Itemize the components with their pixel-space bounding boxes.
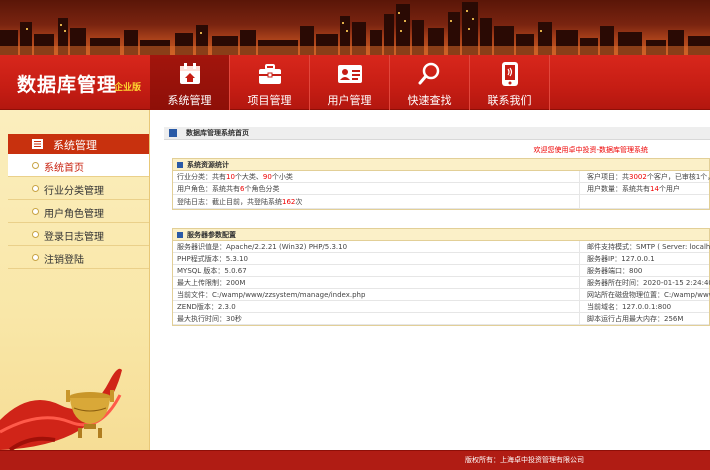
server-param: 当前域名：127.0.0.1:800 (587, 303, 672, 311)
id-card-icon (338, 65, 362, 83)
sidebar-item-industry[interactable]: 行业分类管理 (8, 177, 149, 200)
sidebar-header: 系统管理 (8, 134, 149, 154)
server-param: MYSQL 版本：5.0.67 (173, 265, 580, 276)
city-skyline-image (0, 2, 710, 55)
nav-label: 用户管理 (327, 94, 372, 107)
server-config-panel: 服务器参数配置 服务器识值是：Apache/2.2.21 (Win32) PHP… (172, 228, 710, 326)
breadcrumb: 数据库管理系统首页 (164, 127, 710, 140)
sidebar-header-label: 系统管理 (53, 139, 97, 152)
sidebar-item-label: 用户角色管理 (44, 209, 104, 220)
nav-item-search[interactable]: 快速查找 (390, 55, 470, 110)
bullet-icon (32, 254, 39, 261)
server-param: ZEND版本：2.3.0 (173, 301, 580, 312)
bullet-icon (32, 162, 39, 169)
server-param: 当前文件：C:/wamp/www/zzsystem/manage/index.p… (173, 289, 580, 300)
ribbon-cauldron-ornament (0, 368, 122, 450)
panel-icon (177, 162, 183, 168)
briefcase-icon (259, 64, 281, 84)
skyline-banner (0, 0, 710, 55)
server-param: 最大执行时间：30秒 (173, 313, 580, 324)
sidebar-menu: 系统首页 行业分类管理 用户角色管理 登录日志管理 注销登陆 (8, 154, 149, 269)
sidebar-item-label: 登录日志管理 (44, 232, 104, 243)
empty-cell (583, 195, 710, 208)
panel-title: 系统资源统计 (187, 161, 229, 169)
main-content: 数据库管理系统首页 欢迎您使用卓中投资-数据库管理系统 系统资源统计 行业分类：… (151, 110, 710, 450)
footer: 版权所有：上海卓中投资管理有限公司 (0, 450, 710, 470)
phone-icon (502, 62, 518, 86)
nav-item-project[interactable]: 项目管理 (230, 55, 310, 110)
login-stat: 登陆日志：截止目前，共登陆系统162次 (173, 195, 580, 208)
edition-badge: 企业版 (114, 83, 142, 93)
nav-item-contact[interactable]: 联系我们 (470, 55, 550, 110)
left-sidebar: 系统管理 系统首页 行业分类管理 用户角色管理 登录日志管理 注销登陆 (0, 110, 150, 450)
bullet-icon (32, 231, 39, 238)
sidebar-item-logout[interactable]: 注销登陆 (8, 246, 149, 269)
calendar-icon (180, 63, 200, 84)
sidebar-item-label: 系统首页 (44, 163, 84, 174)
sidebar-item-home[interactable]: 系统首页 (8, 154, 149, 177)
sidebar-item-roles[interactable]: 用户角色管理 (8, 200, 149, 223)
sidebar-item-label: 注销登陆 (44, 255, 84, 266)
nav-item-system[interactable]: 系统管理 (150, 55, 230, 110)
industry-stat: 行业分类：共有10个大类、90个小类 (173, 171, 580, 182)
stats-row: 登陆日志：截止目前，共登陆系统162次 (173, 195, 709, 209)
system-stats-panel: 系统资源统计 行业分类：共有10个大类、90个小类 客户项目：共3002个客户，… (172, 158, 710, 210)
server-param: 最大上传限制：200M (173, 277, 580, 288)
server-row: MYSQL 版本：5.0.67 服务器端口：800 (173, 265, 709, 277)
server-param: 脚本运行占用最大内存：256M (587, 315, 684, 323)
server-row: 最大上传限制：200M 服务器所在时间：2020-01-15 2:24:40 (173, 277, 710, 289)
app-title: 数据库管理 (17, 74, 118, 96)
panel-header: 服务器参数配置 (173, 229, 709, 241)
server-row: PHP程式版本：5.3.10 服务器IP：127.0.0.1 (173, 253, 709, 265)
server-param: 邮件支持模式：SMTP ( Server: localhost) (587, 243, 710, 251)
menu-icon (32, 139, 43, 149)
breadcrumb-text: 数据库管理系统首页 (186, 129, 249, 137)
sidebar-item-label: 行业分类管理 (44, 186, 104, 197)
main-nav: 系统管理 项目管理 用户管理 快速查找 联系我们 (150, 55, 550, 110)
server-row: ZEND版本：2.3.0 当前域名：127.0.0.1:800 (173, 301, 709, 313)
server-row: 当前文件：C:/wamp/www/zzsystem/manage/index.p… (173, 289, 710, 301)
nav-label: 联系我们 (487, 94, 532, 107)
sidebar-item-login-log[interactable]: 登录日志管理 (8, 223, 149, 246)
panel-title: 服务器参数配置 (187, 231, 236, 239)
server-param: PHP程式版本：5.3.10 (173, 253, 580, 264)
client-stat: 客户项目：共3002个客户，已审核1个，未审 (587, 173, 710, 181)
copyright-text: 版权所有：上海卓中投资管理有限公司 (465, 456, 584, 464)
top-header: 数据库管理 企业版 系统管理 项目管理 用户管理 快速查找 联系我们 (0, 55, 710, 110)
nav-label: 快速查找 (407, 94, 452, 107)
server-row: 最大执行时间：30秒 脚本运行占用最大内存：256M (173, 313, 709, 325)
welcome-message: 欢迎您使用卓中投资-数据库管理系统 (533, 146, 648, 154)
brand: 数据库管理 企业版 (0, 55, 150, 110)
server-row: 服务器识值是：Apache/2.2.21 (Win32) PHP/5.3.10 … (173, 241, 710, 253)
nav-label: 项目管理 (247, 94, 292, 107)
nav-label: 系统管理 (167, 94, 212, 107)
server-param: 网站所在磁盘物理位置：C:/wamp/www/ (587, 291, 710, 299)
server-param: 服务器识值是：Apache/2.2.21 (Win32) PHP/5.3.10 (173, 241, 580, 252)
panel-header: 系统资源统计 (173, 159, 709, 171)
role-stat: 用户角色：系统共有6个角色分类 (173, 183, 580, 194)
stats-row: 行业分类：共有10个大类、90个小类 客户项目：共3002个客户，已审核1个，未… (173, 171, 710, 183)
bullet-icon (32, 185, 39, 192)
user-stat: 用户数量：系统共有14个用户 (587, 185, 680, 193)
server-param: 服务器端口：800 (587, 267, 643, 275)
server-param: 服务器IP：127.0.0.1 (587, 255, 655, 263)
app-root: 数据库管理 企业版 系统管理 项目管理 用户管理 快速查找 联系我们 系统管理 … (0, 0, 710, 470)
stats-row: 用户角色：系统共有6个角色分类 用户数量：系统共有14个用户 (173, 183, 709, 195)
magnifier-icon (418, 62, 440, 85)
panel-icon (177, 232, 183, 238)
bullet-icon (32, 208, 39, 215)
nav-item-user[interactable]: 用户管理 (310, 55, 390, 110)
server-param: 服务器所在时间：2020-01-15 2:24:40 (587, 279, 710, 287)
page-icon (169, 129, 177, 137)
